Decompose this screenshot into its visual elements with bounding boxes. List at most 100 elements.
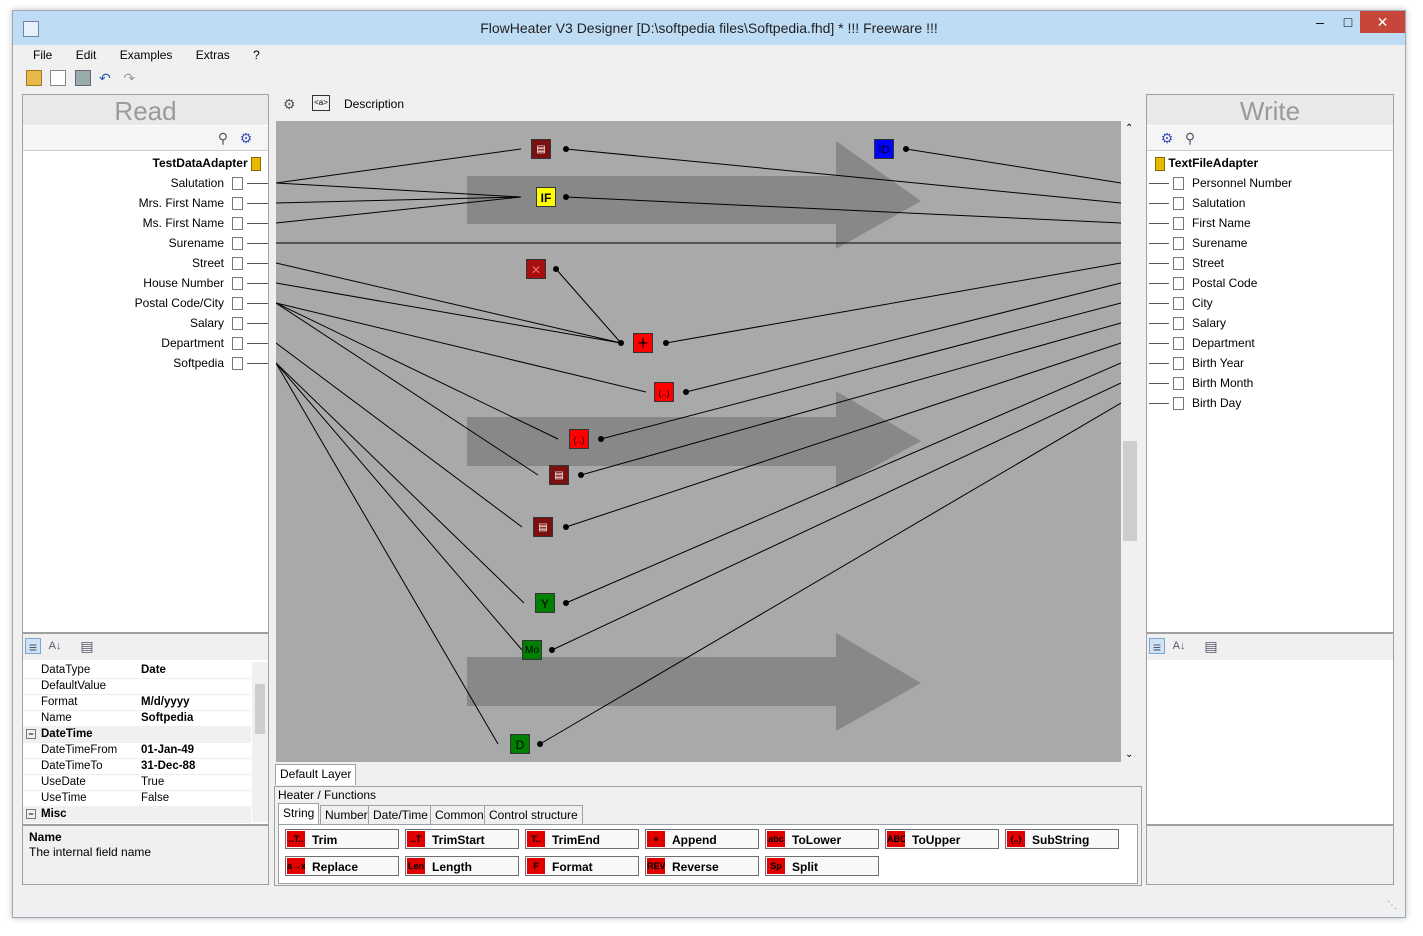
write-field[interactable]: Salary <box>1173 313 1383 333</box>
alphabetical-icon[interactable]: A↓ <box>47 638 63 654</box>
function-button-format[interactable]: F Format <box>525 856 639 876</box>
read-field[interactable]: Street <box>23 253 243 273</box>
property-row[interactable]: Name Softpedia <box>23 710 251 727</box>
year-node[interactable]: Y <box>535 593 555 613</box>
close-button[interactable]: ✕ <box>1360 11 1405 33</box>
categorized-icon[interactable]: ≡ <box>25 638 41 655</box>
write-field[interactable]: City <box>1173 293 1383 313</box>
redo-icon[interactable]: ↷ <box>123 70 139 86</box>
undo-icon[interactable]: ↶ <box>99 70 115 86</box>
canvas-scroll-thumb[interactable] <box>1123 441 1137 541</box>
function-button-toupper[interactable]: ABC ToUpper <box>885 829 999 849</box>
heater-tab-datetime[interactable]: Date/Time <box>368 805 433 825</box>
write-field[interactable]: Birth Month <box>1173 373 1383 393</box>
heater-tab-string[interactable]: String <box>278 803 320 824</box>
open-icon[interactable] <box>26 70 42 86</box>
categorized-icon[interactable]: ≡ <box>1149 638 1165 655</box>
write-field[interactable]: First Name <box>1173 213 1383 233</box>
property-row[interactable]: UseTime False <box>23 790 251 807</box>
canvas-scrollbar[interactable]: ⌃ ⌄ <box>1121 121 1139 762</box>
read-field[interactable]: Salutation <box>23 173 243 193</box>
function-button-length[interactable]: Len Length <box>405 856 519 876</box>
append-node[interactable]: + <box>633 333 653 353</box>
property-pages-icon[interactable]: ▤ <box>79 638 95 654</box>
copy-node-top[interactable]: ▤ <box>531 139 551 159</box>
property-row[interactable]: DataType Date <box>23 662 251 679</box>
collapse-icon[interactable]: − <box>26 809 36 819</box>
property-row[interactable]: DefaultValue <box>23 678 251 695</box>
function-button-replace[interactable]: a→x Replace <box>285 856 399 876</box>
property-row[interactable]: UseDate True <box>23 774 251 791</box>
property-row[interactable]: DateTimeFrom 01-Jan-49 <box>23 742 251 759</box>
read-field[interactable]: Softpedia <box>23 353 243 373</box>
write-field[interactable]: Birth Year <box>1173 353 1383 373</box>
save-icon[interactable] <box>74 70 91 86</box>
read-field[interactable]: Department <box>23 333 243 353</box>
menu-examples[interactable]: Examples <box>110 45 183 62</box>
month-node[interactable]: Mo <box>522 640 542 660</box>
function-button-append[interactable]: + Append <box>645 829 759 849</box>
property-row[interactable]: DateTimeTo 31-Dec-88 <box>23 758 251 775</box>
property-row[interactable]: Format M/d/yyyy <box>23 694 251 711</box>
function-button-trimend[interactable]: T.. TrimEnd <box>525 829 639 849</box>
substring-node-1[interactable]: (..) <box>654 382 674 402</box>
menu-edit[interactable]: Edit <box>66 45 107 62</box>
minimize-button[interactable]: – <box>1305 11 1335 33</box>
new-icon[interactable] <box>50 70 67 86</box>
gear-icon[interactable]: ⚙ <box>238 130 254 146</box>
menu-help[interactable]: ? <box>243 45 270 62</box>
maximize-button[interactable]: □ <box>1333 11 1363 33</box>
search-icon[interactable]: ⚲ <box>1182 130 1198 146</box>
read-field[interactable]: Mrs. First Name <box>23 193 243 213</box>
function-button-reverse[interactable]: REV Reverse <box>645 856 759 876</box>
function-button-tolower[interactable]: abc ToLower <box>765 829 879 849</box>
read-field[interactable]: Surename <box>23 233 243 253</box>
write-field[interactable]: Birth Day <box>1173 393 1383 413</box>
copy-node-lower[interactable]: ▤ <box>533 517 553 537</box>
heater-tab-common[interactable]: Common <box>430 805 489 825</box>
substring-node-2[interactable]: (..) <box>569 429 589 449</box>
function-button-substring[interactable]: (..) SubString <box>1005 829 1119 849</box>
function-button-trim[interactable]: ..T.. Trim <box>285 829 399 849</box>
layer-tab-default[interactable]: Default Layer <box>275 764 357 785</box>
run-icon[interactable]: ⚙ <box>283 96 296 113</box>
write-field[interactable]: Salutation <box>1173 193 1383 213</box>
read-field[interactable]: Salary <box>23 313 243 333</box>
designer-canvas[interactable]: ▤ ID IF ✕ + (..) (..) ▤ ▤ Y Mo D <box>276 121 1121 762</box>
delete-node[interactable]: ✕ <box>526 259 546 279</box>
menu-extras[interactable]: Extras <box>186 45 240 62</box>
write-adapter[interactable]: TextFileAdapter <box>1155 153 1385 173</box>
gear-icon[interactable]: ⚙ <box>1159 130 1175 146</box>
if-node[interactable]: IF <box>536 187 556 207</box>
collapse-icon[interactable]: − <box>26 729 36 739</box>
function-button-trimstart[interactable]: ..T TrimStart <box>405 829 519 849</box>
menu-file[interactable]: File <box>23 45 62 62</box>
copy-node-middle[interactable]: ▤ <box>549 465 569 485</box>
read-field[interactable]: Postal Code/City <box>23 293 243 313</box>
heater-tab-number[interactable]: Number <box>320 805 373 825</box>
write-field[interactable]: Postal Code <box>1173 273 1383 293</box>
description-button[interactable]: Description <box>344 97 404 111</box>
day-node[interactable]: D <box>510 734 530 754</box>
property-category[interactable]: − DateTime <box>23 726 251 743</box>
function-button-split[interactable]: Sp Split <box>765 856 879 876</box>
heater-button-area: ..T.. Trim ..T TrimStart T.. TrimEnd + Append ab… <box>278 824 1138 884</box>
write-field[interactable]: Department <box>1173 333 1383 353</box>
heater-tab-control-structure[interactable]: Control structure <box>484 805 583 825</box>
write-field[interactable]: Street <box>1173 253 1383 273</box>
read-field[interactable]: Ms. First Name <box>23 213 243 233</box>
alphabetical-icon[interactable]: A↓ <box>1171 638 1187 654</box>
search-icon[interactable]: ⚲ <box>215 130 231 146</box>
property-category[interactable]: − Misc <box>23 806 251 823</box>
title-bar[interactable]: FlowHeater V3 Designer [D:\softpedia fil… <box>13 11 1405 45</box>
property-scrollbar[interactable] <box>252 662 268 822</box>
resize-grip-icon[interactable]: ⋱ <box>1387 900 1397 911</box>
expression-icon[interactable]: <a> <box>312 95 330 111</box>
id-node[interactable]: ID <box>874 139 894 159</box>
write-field-label: Salutation <box>1192 196 1246 210</box>
read-field[interactable]: House Number <box>23 273 243 293</box>
property-pages-icon[interactable]: ▤ <box>1203 638 1219 654</box>
read-adapter[interactable]: TestDataAdapter <box>23 153 261 173</box>
write-field[interactable]: Personnel Number <box>1173 173 1383 193</box>
write-field[interactable]: Surename <box>1173 233 1383 253</box>
